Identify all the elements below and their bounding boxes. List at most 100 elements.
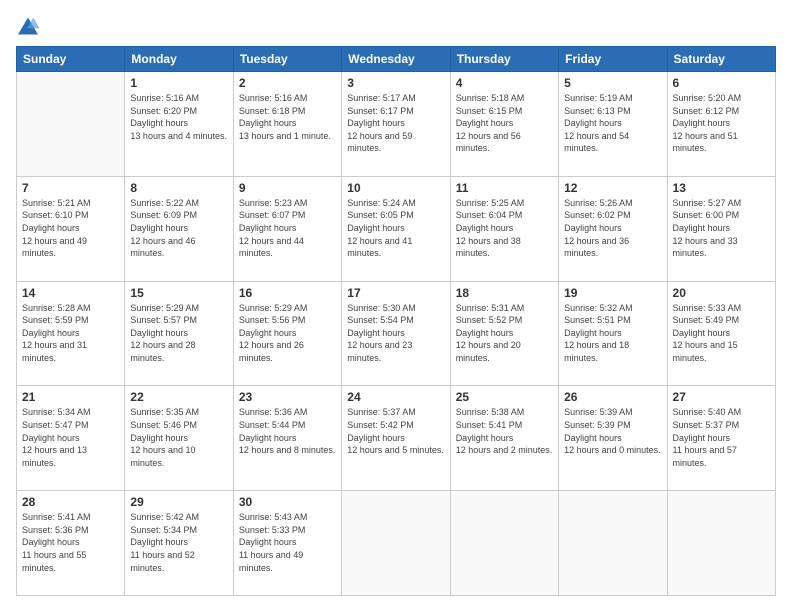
day-number: 29 — [130, 495, 227, 509]
day-info: Sunrise: 5:19 AMSunset: 6:13 PMDaylight … — [564, 92, 661, 155]
calendar-cell: 29 Sunrise: 5:42 AMSunset: 5:34 PMDayligh… — [125, 491, 233, 596]
calendar: SundayMondayTuesdayWednesdayThursdayFrid… — [16, 46, 776, 596]
weekday-header-friday: Friday — [559, 47, 667, 72]
weekday-header-saturday: Saturday — [667, 47, 775, 72]
calendar-cell — [342, 491, 450, 596]
day-number: 5 — [564, 76, 661, 90]
day-info: Sunrise: 5:22 AMSunset: 6:09 PMDaylight … — [130, 197, 227, 260]
calendar-cell — [559, 491, 667, 596]
day-number: 26 — [564, 390, 661, 404]
calendar-cell: 15 Sunrise: 5:29 AMSunset: 5:57 PMDayligh… — [125, 281, 233, 386]
calendar-cell: 24 Sunrise: 5:37 AMSunset: 5:42 PMDayligh… — [342, 386, 450, 491]
weekday-header-sunday: Sunday — [17, 47, 125, 72]
day-info: Sunrise: 5:39 AMSunset: 5:39 PMDaylight … — [564, 406, 661, 456]
day-number: 2 — [239, 76, 336, 90]
day-info: Sunrise: 5:27 AMSunset: 6:00 PMDaylight … — [673, 197, 770, 260]
calendar-cell — [17, 72, 125, 177]
week-row-4: 21 Sunrise: 5:34 AMSunset: 5:47 PMDayligh… — [17, 386, 776, 491]
day-info: Sunrise: 5:25 AMSunset: 6:04 PMDaylight … — [456, 197, 553, 260]
calendar-cell: 8Sunrise: 5:22 AMSunset: 6:09 PMDaylight… — [125, 176, 233, 281]
calendar-cell: 18 Sunrise: 5:31 AMSunset: 5:52 PMDayligh… — [450, 281, 558, 386]
calendar-cell: 6Sunrise: 5:20 AMSunset: 6:12 PMDaylight… — [667, 72, 775, 177]
day-number: 28 — [22, 495, 119, 509]
calendar-cell: 27 Sunrise: 5:40 AMSunset: 5:37 PMDayligh… — [667, 386, 775, 491]
day-info: Sunrise: 5:34 AMSunset: 5:47 PMDaylight … — [22, 406, 119, 469]
weekday-header-thursday: Thursday — [450, 47, 558, 72]
day-info: Sunrise: 5:43 AMSunset: 5:33 PMDaylight … — [239, 511, 336, 574]
day-info: Sunrise: 5:36 AMSunset: 5:44 PMDaylight … — [239, 406, 336, 456]
calendar-cell: 5 Sunrise: 5:19 AMSunset: 6:13 PMDaylight… — [559, 72, 667, 177]
day-info: Sunrise: 5:28 AMSunset: 5:59 PMDaylight … — [22, 302, 119, 365]
calendar-cell: 12 Sunrise: 5:26 AMSunset: 6:02 PMDayligh… — [559, 176, 667, 281]
calendar-cell: 7 Sunrise: 5:21 AMSunset: 6:10 PMDaylight… — [17, 176, 125, 281]
calendar-cell: 4Sunrise: 5:18 AMSunset: 6:15 PMDaylight… — [450, 72, 558, 177]
day-number: 27 — [673, 390, 770, 404]
week-row-5: 28 Sunrise: 5:41 AMSunset: 5:36 PMDayligh… — [17, 491, 776, 596]
logo-icon — [16, 16, 40, 36]
calendar-cell: 17 Sunrise: 5:30 AMSunset: 5:54 PMDayligh… — [342, 281, 450, 386]
day-info: Sunrise: 5:21 AMSunset: 6:10 PMDaylight … — [22, 197, 119, 260]
calendar-cell: 2 Sunrise: 5:16 AMSunset: 6:18 PMDaylight… — [233, 72, 341, 177]
weekday-header-row: SundayMondayTuesdayWednesdayThursdayFrid… — [17, 47, 776, 72]
day-info: Sunrise: 5:30 AMSunset: 5:54 PMDaylight … — [347, 302, 444, 365]
day-info: Sunrise: 5:29 AMSunset: 5:56 PMDaylight … — [239, 302, 336, 365]
calendar-cell: 22 Sunrise: 5:35 AMSunset: 5:46 PMDayligh… — [125, 386, 233, 491]
day-number: 11 — [456, 181, 553, 195]
calendar-cell: 9 Sunrise: 5:23 AMSunset: 6:07 PMDaylight… — [233, 176, 341, 281]
day-number: 21 — [22, 390, 119, 404]
day-info: Sunrise: 5:16 AMSunset: 6:18 PMDaylight … — [239, 92, 336, 142]
day-number: 9 — [239, 181, 336, 195]
week-row-2: 7 Sunrise: 5:21 AMSunset: 6:10 PMDaylight… — [17, 176, 776, 281]
week-row-1: 1 Sunrise: 5:16 AMSunset: 6:20 PMDaylight… — [17, 72, 776, 177]
calendar-cell: 1 Sunrise: 5:16 AMSunset: 6:20 PMDaylight… — [125, 72, 233, 177]
calendar-cell: 14 Sunrise: 5:28 AMSunset: 5:59 PMDayligh… — [17, 281, 125, 386]
week-row-3: 14 Sunrise: 5:28 AMSunset: 5:59 PMDayligh… — [17, 281, 776, 386]
day-info: Sunrise: 5:42 AMSunset: 5:34 PMDaylight … — [130, 511, 227, 574]
day-number: 18 — [456, 286, 553, 300]
day-info: Sunrise: 5:32 AMSunset: 5:51 PMDaylight … — [564, 302, 661, 365]
day-number: 22 — [130, 390, 227, 404]
day-info: Sunrise: 5:40 AMSunset: 5:37 PMDaylight … — [673, 406, 770, 469]
page: SundayMondayTuesdayWednesdayThursdayFrid… — [0, 0, 792, 612]
day-number: 24 — [347, 390, 444, 404]
calendar-cell: 10 Sunrise: 5:24 AMSunset: 6:05 PMDayligh… — [342, 176, 450, 281]
day-number: 4 — [456, 76, 553, 90]
calendar-cell: 26 Sunrise: 5:39 AMSunset: 5:39 PMDayligh… — [559, 386, 667, 491]
day-info: Sunrise: 5:24 AMSunset: 6:05 PMDaylight … — [347, 197, 444, 260]
day-number: 23 — [239, 390, 336, 404]
calendar-cell: 19 Sunrise: 5:32 AMSunset: 5:51 PMDayligh… — [559, 281, 667, 386]
header — [16, 16, 776, 36]
calendar-cell: 13 Sunrise: 5:27 AMSunset: 6:00 PMDayligh… — [667, 176, 775, 281]
day-number: 13 — [673, 181, 770, 195]
weekday-header-tuesday: Tuesday — [233, 47, 341, 72]
day-number: 14 — [22, 286, 119, 300]
day-info: Sunrise: 5:16 AMSunset: 6:20 PMDaylight … — [130, 92, 227, 142]
day-number: 7 — [22, 181, 119, 195]
day-number: 6 — [673, 76, 770, 90]
day-info: Sunrise: 5:35 AMSunset: 5:46 PMDaylight … — [130, 406, 227, 469]
calendar-cell — [667, 491, 775, 596]
calendar-cell: 25Sunrise: 5:38 AMSunset: 5:41 PMDayligh… — [450, 386, 558, 491]
day-number: 19 — [564, 286, 661, 300]
day-number: 30 — [239, 495, 336, 509]
day-info: Sunrise: 5:31 AMSunset: 5:52 PMDaylight … — [456, 302, 553, 365]
day-number: 1 — [130, 76, 227, 90]
day-info: Sunrise: 5:26 AMSunset: 6:02 PMDaylight … — [564, 197, 661, 260]
day-number: 10 — [347, 181, 444, 195]
day-number: 3 — [347, 76, 444, 90]
calendar-cell: 21 Sunrise: 5:34 AMSunset: 5:47 PMDayligh… — [17, 386, 125, 491]
day-info: Sunrise: 5:41 AMSunset: 5:36 PMDaylight … — [22, 511, 119, 574]
day-info: Sunrise: 5:38 AMSunset: 5:41 PMDaylight … — [456, 406, 553, 456]
day-number: 15 — [130, 286, 227, 300]
calendar-cell — [450, 491, 558, 596]
day-info: Sunrise: 5:33 AMSunset: 5:49 PMDaylight … — [673, 302, 770, 365]
day-number: 16 — [239, 286, 336, 300]
day-number: 12 — [564, 181, 661, 195]
day-info: Sunrise: 5:23 AMSunset: 6:07 PMDaylight … — [239, 197, 336, 260]
calendar-cell: 28 Sunrise: 5:41 AMSunset: 5:36 PMDayligh… — [17, 491, 125, 596]
day-info: Sunrise: 5:37 AMSunset: 5:42 PMDaylight … — [347, 406, 444, 456]
day-info: Sunrise: 5:17 AMSunset: 6:17 PMDaylight … — [347, 92, 444, 155]
day-info: Sunrise: 5:29 AMSunset: 5:57 PMDaylight … — [130, 302, 227, 365]
calendar-cell: 11 Sunrise: 5:25 AMSunset: 6:04 PMDayligh… — [450, 176, 558, 281]
day-number: 17 — [347, 286, 444, 300]
